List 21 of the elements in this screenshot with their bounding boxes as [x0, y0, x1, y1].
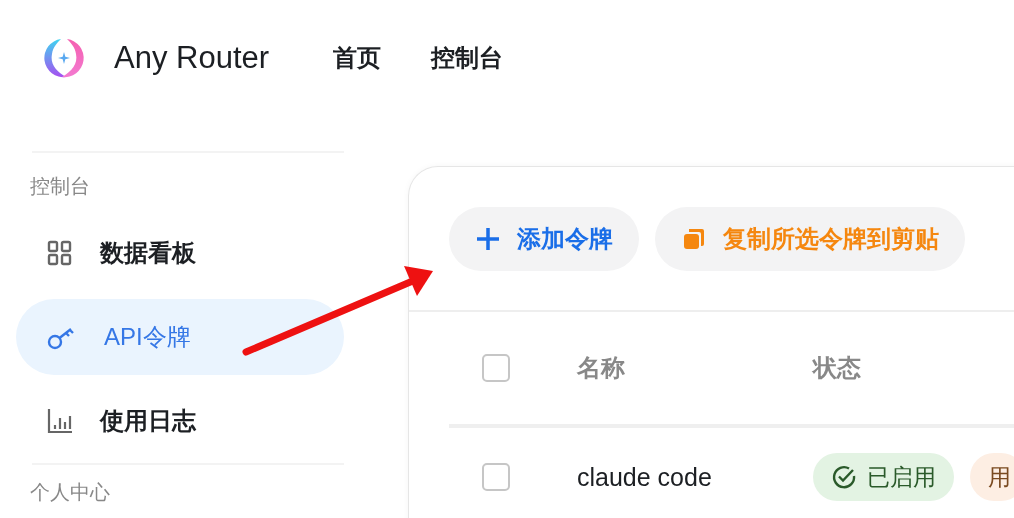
checkbox[interactable]: [482, 463, 510, 491]
section-title: 控制台: [30, 174, 91, 199]
token-name: claude code: [577, 462, 713, 492]
plus-icon: [475, 226, 501, 252]
bar-chart-icon: [46, 407, 74, 435]
column-header: 状态: [813, 353, 862, 383]
brand-name: Any Router: [114, 39, 270, 76]
nav-link[interactable]: 首页: [333, 37, 382, 78]
section-title: 个人中心: [30, 480, 111, 505]
sidebar-item[interactable]: 使用日志: [16, 383, 344, 459]
checkbox[interactable]: [482, 354, 510, 382]
sidebar-item[interactable]: API令牌: [16, 299, 344, 375]
column-header: 名称: [577, 353, 626, 383]
tag: 用: [970, 453, 1014, 501]
check-circle-icon: [831, 464, 857, 490]
status-tag: 已启用: [813, 453, 954, 501]
sidebar-item[interactable]: 数据看板: [16, 215, 344, 291]
nav-link[interactable]: 控制台: [431, 37, 504, 78]
copy-icon: [681, 226, 707, 252]
add-token-button[interactable]: 添加令牌: [449, 207, 639, 271]
grid-icon: [46, 239, 74, 267]
